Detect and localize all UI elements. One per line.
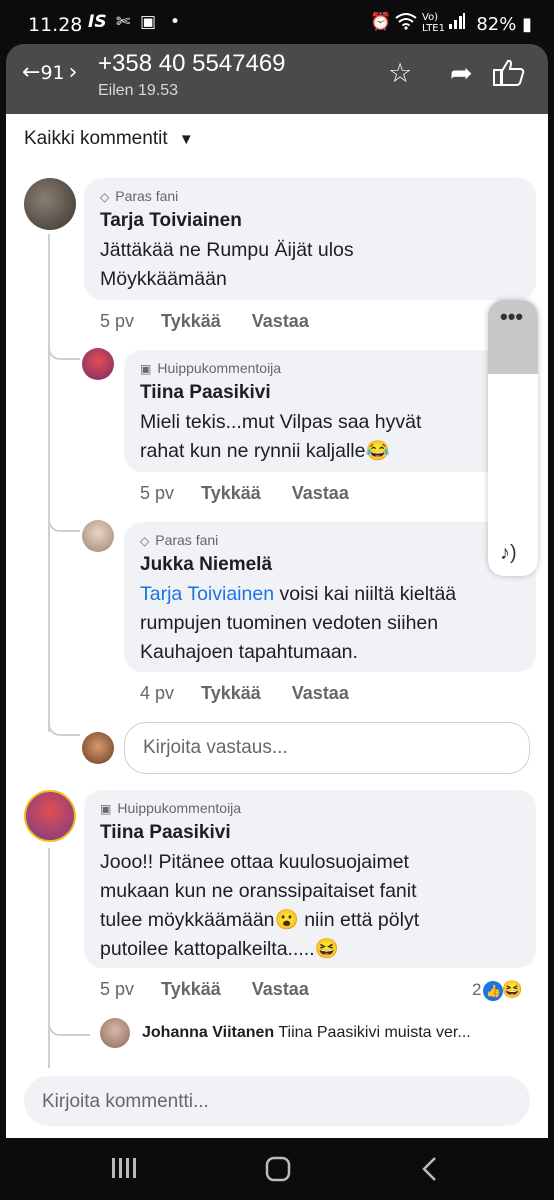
comment-author[interactable]: Tarja Toiviainen — [100, 210, 242, 232]
reply-preview-author: Johanna Viitanen — [142, 1024, 275, 1041]
app-header: ←91 › +358 40 5547469 Eilen 19.53 ☆ ➦ — [6, 44, 548, 114]
battery-percent: 82% ▮ — [476, 14, 532, 35]
recent-apps-icon[interactable] — [110, 1156, 140, 1185]
system-nav-bar — [0, 1138, 554, 1200]
comment-text: Jooo!! Pitänee ottaa kuulosuojaimet muka… — [100, 851, 420, 960]
like-button[interactable]: Tykkää — [161, 979, 221, 999]
comment-actions: 5 pv Tykkää Vastaa — [100, 979, 309, 1000]
like-button[interactable]: Tykkää — [201, 683, 261, 703]
reply-input[interactable]: Kirjoita vastaus... — [124, 722, 530, 774]
comment-text: Jättäkää ne Rumpu Äijät ulos Möykkäämään — [100, 239, 354, 290]
alarm-icon: ⏰ — [370, 12, 392, 32]
reply-placeholder: Kirjoita vastaus... — [143, 737, 288, 758]
comment-bubble: ◇ Paras fani Jukka Niemelä Tarja Toiviain… — [124, 522, 536, 672]
diamond-icon: ◇ — [100, 190, 110, 204]
comment-actions: 5 pv Tykkää Vastaa — [140, 483, 349, 504]
mention-link[interactable]: Tarja Toiviainen — [140, 583, 274, 605]
back-nav-icon[interactable] — [420, 1156, 440, 1187]
reply-preview[interactable]: Johanna Viitanen Tiina Paasikivi muista … — [142, 1024, 534, 1042]
laugh-reaction-icon: 😆 — [501, 980, 523, 999]
status-bar: 11.28 IS ✄ ▣ • ⏰ Vo) LTE1 82% ▮ — [0, 0, 554, 48]
missed-call-icon: ✄ — [116, 12, 131, 32]
app-notification-icon: ▣ — [140, 12, 157, 32]
comment-actions: 5 pv Tykkää Vastaa — [100, 311, 309, 332]
reaction-count: 2 — [472, 980, 482, 999]
fan-badge: ◇ Paras fani — [140, 532, 219, 548]
page-title: +358 40 5547469 — [98, 50, 286, 77]
avatar[interactable] — [24, 790, 76, 842]
sort-label: Kaikki kommentit — [24, 128, 168, 149]
reply-button[interactable]: Vastaa — [292, 683, 349, 703]
thread-elbow — [48, 1014, 90, 1036]
fan-badge: ◇ Paras fani — [100, 188, 179, 204]
chevron-right-icon: › — [68, 60, 78, 85]
thread-elbow — [48, 704, 80, 736]
comment-author[interactable]: Tiina Paasikivi — [100, 822, 231, 844]
diamond-icon: ◇ — [140, 534, 150, 548]
comment-badge-icon: ▣ — [100, 802, 112, 816]
avatar[interactable] — [100, 1018, 130, 1048]
more-options-icon[interactable]: ••• — [500, 304, 523, 330]
comment-bubble: ◇ Paras fani Tarja Toiviainen Jättäkää ne… — [84, 178, 536, 300]
back-count: 91 — [40, 62, 65, 84]
back-button[interactable]: ←91 › — [22, 60, 77, 85]
avatar[interactable] — [82, 520, 114, 552]
like-button[interactable]: Tykkää — [201, 483, 261, 503]
comment-badge-icon: ▣ — [140, 362, 152, 376]
share-icon[interactable]: ➦ — [450, 58, 473, 89]
sort-dropdown[interactable]: Kaikki kommentit ▼ — [24, 128, 194, 150]
comment-time: 5 pv — [100, 979, 135, 999]
reply-button[interactable]: Vastaa — [252, 311, 309, 331]
avatar[interactable] — [82, 348, 114, 380]
thread-elbow — [48, 500, 80, 532]
page-subtitle: Eilen 19.53 — [98, 82, 179, 99]
wifi-icon — [395, 12, 417, 35]
comment-time: 4 pv — [140, 683, 175, 703]
scroll-panel[interactable]: ••• ♪) — [488, 300, 538, 576]
home-icon[interactable] — [264, 1156, 292, 1187]
more-notifications-dot: • — [170, 12, 181, 32]
thumbs-up-icon[interactable] — [492, 58, 526, 95]
comment-actions: 4 pv Tykkää Vastaa — [140, 683, 349, 704]
volte-indicator: Vo) LTE1 — [422, 12, 445, 34]
is-app-icon: IS — [88, 12, 107, 32]
star-icon[interactable]: ☆ — [388, 58, 412, 89]
read-aloud-icon[interactable]: ♪) — [500, 542, 517, 565]
chevron-down-icon: ▼ — [178, 131, 194, 148]
battery-icon: ▮ — [522, 14, 532, 35]
comment-text: Mieli tekis...mut Vilpas saa hyvät rahat… — [140, 411, 422, 462]
comment-bubble: ▣ Huippukommentoija Tiina Paasikivi Jooo!… — [84, 790, 536, 968]
comment-bubble: ▣ Huippukommentoija Tiina Paasikivi Mieli… — [124, 350, 536, 472]
comment-time: 5 pv — [100, 311, 135, 331]
signal-icon — [448, 12, 466, 35]
comment-placeholder: Kirjoita kommentti... — [42, 1091, 209, 1112]
comment-author[interactable]: Tiina Paasikivi — [140, 382, 271, 404]
reply-button[interactable]: Vastaa — [252, 979, 309, 999]
reaction-summary[interactable]: 2 👍😆 — [472, 980, 523, 1001]
comment-input[interactable]: Kirjoita kommentti... — [24, 1076, 530, 1126]
thread-line — [48, 234, 50, 732]
current-user-avatar — [82, 732, 114, 764]
reply-preview-text: Tiina Paasikivi muista ver... — [278, 1024, 471, 1041]
reply-button[interactable]: Vastaa — [292, 483, 349, 503]
top-commenter-badge: ▣ Huippukommentoija — [140, 360, 282, 376]
thread-line — [48, 848, 50, 1068]
comments-panel: Kaikki kommentit ▼ ◇ Paras fani Tarja Toi… — [6, 114, 548, 1138]
top-commenter-badge: ▣ Huippukommentoija — [100, 800, 242, 816]
comment-author[interactable]: Jukka Niemelä — [140, 554, 272, 576]
comment-time: 5 pv — [140, 483, 175, 503]
comment-text: Tarja Toiviainen voisi kai niiltä kieltä… — [140, 583, 457, 663]
thread-elbow — [48, 328, 80, 360]
clock: 11.28 — [28, 14, 83, 36]
back-arrow-icon: ← — [22, 60, 41, 85]
like-button[interactable]: Tykkää — [161, 311, 221, 331]
avatar[interactable] — [24, 178, 76, 230]
